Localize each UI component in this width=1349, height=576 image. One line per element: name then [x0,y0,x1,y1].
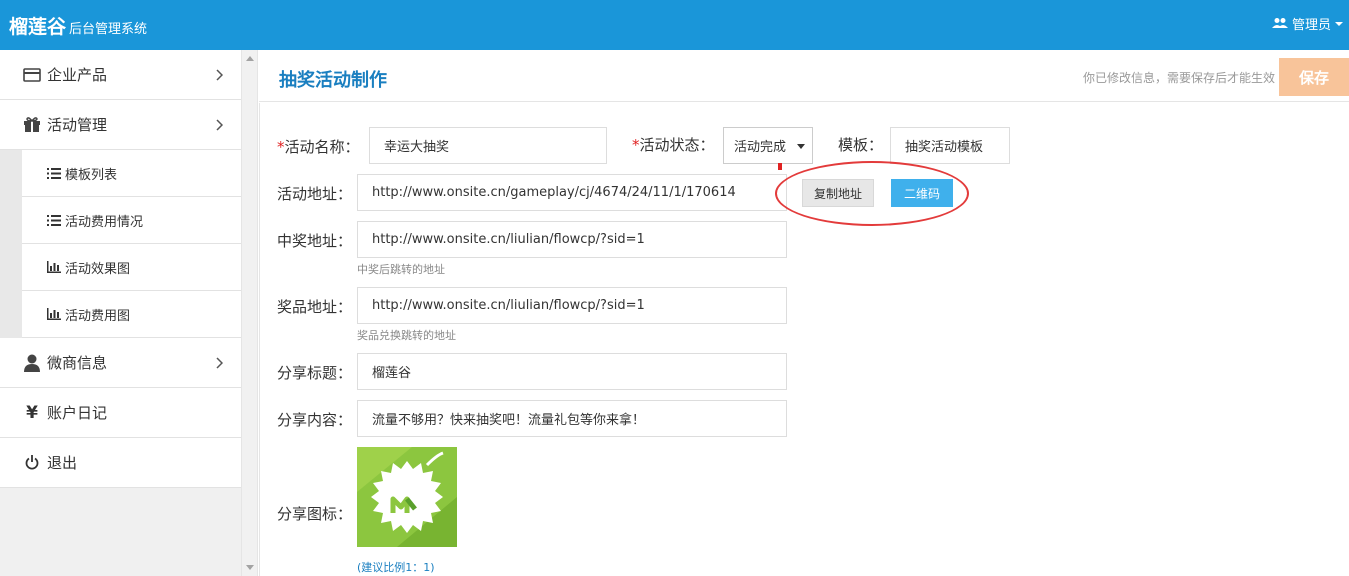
durian-logo-icon [357,447,457,547]
prize-url-label: 奖品地址： [277,298,353,316]
brand-subtitle: 后台管理系统 [69,22,148,37]
power-icon [22,453,42,473]
card-icon [22,65,42,85]
admin-label: 管理员 [1291,18,1331,33]
save-button[interactable]: 保存 [1279,58,1349,96]
chevron-right-icon [216,355,224,373]
sidebar-item-label: 企业产品 [47,66,108,84]
sidebar-subitem-label: 活动费用图 [65,308,131,324]
template-label: 模板： [838,136,884,154]
icon-ratio-hint: (建议比例1：1) [357,561,435,574]
win-url-label: 中奖地址： [277,232,353,250]
main-header: 抽奖活动制作 你已修改信息，需要保存后才能生效 保存 [259,50,1349,102]
sidebar-item-activity[interactable]: 活动管理 [0,100,241,150]
scroll-up-icon[interactable] [246,56,254,61]
bar-chart-icon [47,260,61,274]
sidebar-item-label: 活动管理 [47,116,108,134]
bar-chart-icon [47,307,61,321]
copy-url-button[interactable]: 复制地址 [802,179,874,207]
sidebar-subitem-templates[interactable]: 模板列表 [22,150,241,197]
brand-logo[interactable]: 榴莲谷 [9,12,66,39]
status-selected-value: 活动完成 [734,140,787,155]
chevron-right-icon [216,117,224,135]
activity-url-input[interactable]: http://www.onsite.cn/gameplay/cj/4674/24… [357,174,787,211]
users-icon [1271,17,1288,30]
sidebar-subitem-label: 活动费用情况 [65,214,144,230]
activity-name-input[interactable]: 幸运大抽奖 [369,127,607,164]
sidebar-item-label: 退出 [47,454,78,472]
win-url-input[interactable]: http://www.onsite.cn/liulian/flowcp/?sid… [357,221,787,258]
share-content-input[interactable]: 流量不够用？快来抽奖吧！流量礼包等你来拿！ [357,400,787,437]
required-marker [778,163,782,170]
sidebar-item-account-log[interactable]: ¥ 账户日记 [0,388,241,438]
sidebar-subitem-cost-chart[interactable]: 活动费用图 [22,291,241,338]
caret-down-icon [1335,21,1343,27]
admin-menu[interactable]: 管理员 [1271,14,1343,33]
qr-code-button[interactable]: 二维码 [891,179,953,207]
gift-icon [22,115,42,135]
template-input[interactable]: 抽奖活动模板 [890,127,1010,164]
sidebar-item-products[interactable]: 企业产品 [0,50,241,100]
sidebar-subitem-costs[interactable]: 活动费用情况 [22,197,241,244]
sidebar-item-label: 账户日记 [47,404,108,422]
share-content-label: 分享内容： [277,411,353,429]
sidebar: 企业产品 活动管理 模板列表 活动费用情况 活动效果图 活动费用图 微商信息 ¥… [0,50,241,576]
prize-url-input[interactable]: http://www.onsite.cn/liulian/flowcp/?sid… [357,287,787,324]
yen-icon: ¥ [26,402,38,423]
prize-url-hint: 奖品兑换跳转的地址 [357,329,456,342]
sidebar-item-label: 微商信息 [47,354,108,372]
top-bar: 榴莲谷 后台管理系统 管理员 [0,0,1349,50]
activity-status-label: *活动状态： [632,136,715,154]
share-icon-label: 分享图标： [277,505,353,523]
sidebar-subitem-label: 模板列表 [65,167,118,183]
list-icon [47,213,61,227]
sidebar-subitem-effect-chart[interactable]: 活动效果图 [22,244,241,291]
sidebar-item-logout[interactable]: 退出 [0,438,241,488]
share-title-label: 分享标题： [277,364,353,382]
share-title-input[interactable]: 榴莲谷 [357,353,787,390]
win-url-hint: 中奖后跳转的地址 [357,263,445,276]
sidebar-subitem-label: 活动效果图 [65,261,131,277]
activity-status-select[interactable]: 活动完成 [723,127,813,164]
sidebar-scrollbar[interactable] [241,50,258,576]
activity-name-label: *活动名称： [277,138,360,156]
page-title: 抽奖活动制作 [279,70,387,91]
caret-down-icon [797,144,805,149]
user-icon [22,353,42,373]
activity-url-label: 活动地址： [277,185,353,203]
sidebar-item-merchant[interactable]: 微商信息 [0,338,241,388]
activity-submenu: 模板列表 活动费用情况 活动效果图 活动费用图 [0,150,241,338]
list-icon [47,166,61,180]
share-icon-image[interactable] [357,447,457,547]
scroll-down-icon[interactable] [246,565,254,570]
unsaved-notice: 你已修改信息，需要保存后才能生效 [1082,71,1275,85]
chevron-right-icon [216,67,224,85]
